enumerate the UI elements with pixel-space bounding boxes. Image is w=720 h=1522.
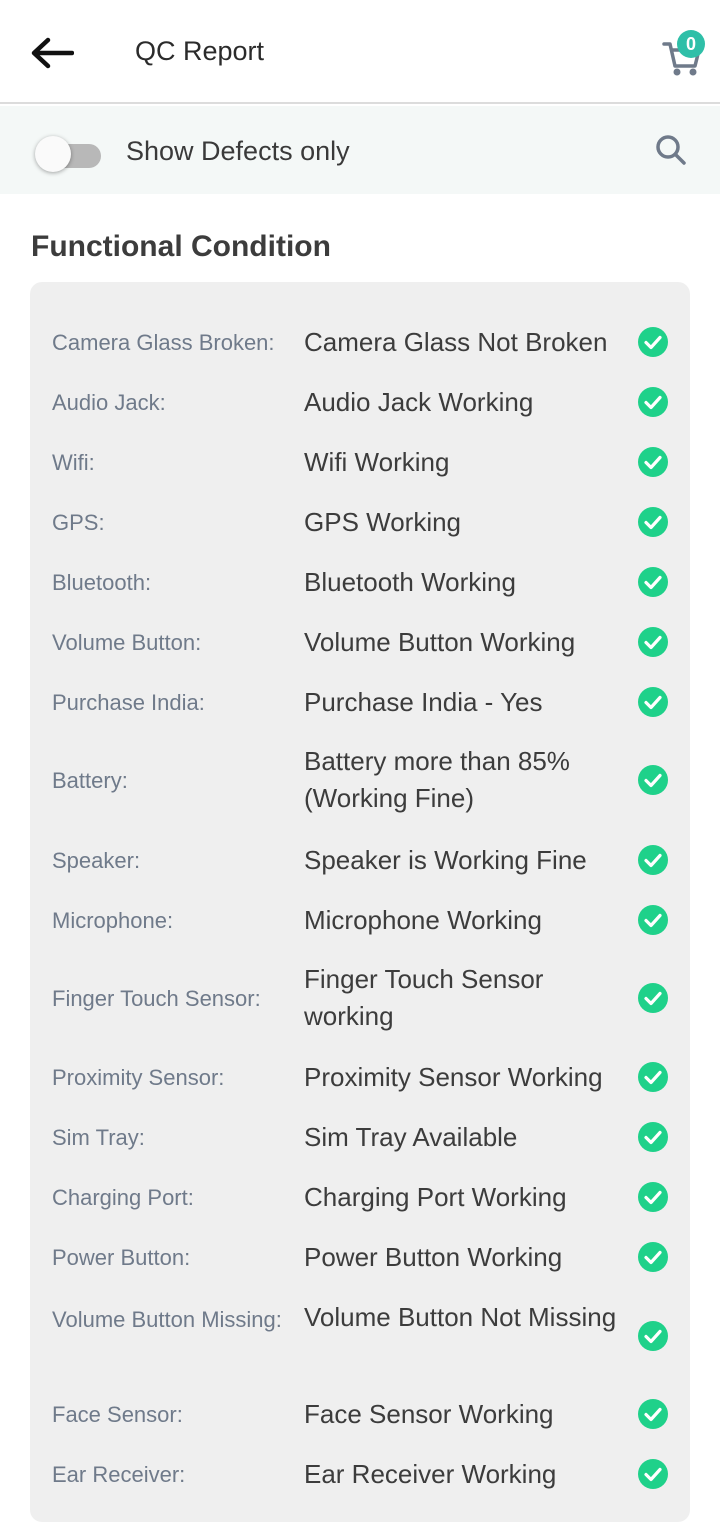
- search-button[interactable]: [651, 130, 691, 170]
- check-circle-icon: [638, 387, 668, 417]
- check-circle-icon: [638, 1321, 668, 1351]
- check-circle-icon: [638, 983, 668, 1013]
- filter-bar: Show Defects only: [0, 106, 720, 194]
- condition-value: Bluetooth Working: [304, 566, 516, 597]
- condition-label: Volume Button Missing:: [52, 1307, 282, 1332]
- condition-label: Microphone:: [52, 907, 174, 933]
- condition-value: Finger Touch Sensor working: [304, 964, 544, 1031]
- toggle-knob: [35, 136, 71, 172]
- check-circle-icon: [638, 687, 668, 717]
- condition-label: Sim Tray:: [52, 1124, 145, 1150]
- show-defects-toggle[interactable]: [35, 136, 103, 176]
- condition-label: Ear Receiver:: [52, 1461, 186, 1487]
- condition-label: Wifi:: [52, 449, 95, 475]
- condition-label: Camera Glass Broken:: [52, 329, 275, 355]
- check-circle-icon: [638, 845, 668, 875]
- condition-value: Ear Receiver Working: [304, 1458, 557, 1489]
- check-circle-icon: [638, 765, 668, 795]
- condition-value: Battery more than 85% (Working Fine): [304, 746, 570, 813]
- condition-value: Speaker is Working Fine: [304, 844, 587, 875]
- condition-value: Proximity Sensor Working: [304, 1061, 603, 1092]
- condition-label: GPS:: [52, 509, 105, 535]
- condition-label: Audio Jack:: [52, 389, 166, 415]
- condition-value: Camera Glass Not Broken: [304, 326, 608, 357]
- show-defects-label: Show Defects only: [126, 136, 350, 166]
- check-circle-icon: [638, 1062, 668, 1092]
- search-icon: [656, 135, 686, 165]
- app-bar: QC Report 0: [0, 0, 720, 104]
- condition-label: Volume Button:: [52, 629, 202, 655]
- condition-value: Power Button Working: [304, 1241, 563, 1272]
- condition-value: Sim Tray Available: [304, 1121, 518, 1152]
- condition-label: Battery:: [52, 767, 128, 793]
- check-circle-icon: [638, 1182, 668, 1212]
- check-circle-icon: [638, 1242, 668, 1272]
- condition-value: GPS Working: [304, 506, 462, 537]
- page-title: QC Report: [135, 36, 265, 66]
- functional-condition-card: Camera Glass Broken: Camera Glass Not Bro…: [30, 282, 690, 1522]
- check-circle-icon: [638, 905, 668, 935]
- condition-label: Finger Touch Sensor:: [52, 985, 261, 1011]
- condition-label: Power Button:: [52, 1244, 191, 1270]
- condition-value: Microphone Working: [304, 904, 542, 935]
- check-circle-icon: [638, 1459, 668, 1489]
- check-circle-icon: [638, 1122, 668, 1152]
- check-circle-icon: [638, 447, 668, 477]
- condition-label: Proximity Sensor:: [52, 1064, 225, 1090]
- condition-value: Audio Jack Working: [304, 386, 534, 417]
- condition-value: Volume Button Working: [304, 626, 576, 657]
- condition-label: Bluetooth:: [52, 569, 152, 595]
- check-circle-icon: [638, 1399, 668, 1429]
- condition-value: Wifi Working: [304, 446, 450, 477]
- condition-value: Volume Button Not Missing: [304, 1302, 617, 1332]
- condition-value: Face Sensor Working: [304, 1398, 554, 1429]
- section-title: Functional Condition: [31, 230, 331, 263]
- back-button[interactable]: [22, 28, 82, 78]
- condition-value: Charging Port Working: [304, 1181, 567, 1212]
- cart-count-badge: 0: [677, 30, 705, 58]
- condition-label: Purchase India:: [52, 689, 205, 715]
- condition-label: Charging Port:: [52, 1184, 194, 1210]
- condition-value: Purchase India - Yes: [304, 686, 543, 717]
- condition-label: Speaker:: [52, 847, 141, 873]
- check-circle-icon: [638, 627, 668, 657]
- check-circle-icon: [638, 327, 668, 357]
- condition-label: Face Sensor:: [52, 1401, 183, 1427]
- check-circle-icon: [638, 567, 668, 597]
- check-circle-icon: [638, 507, 668, 537]
- back-arrow-icon: [31, 37, 74, 69]
